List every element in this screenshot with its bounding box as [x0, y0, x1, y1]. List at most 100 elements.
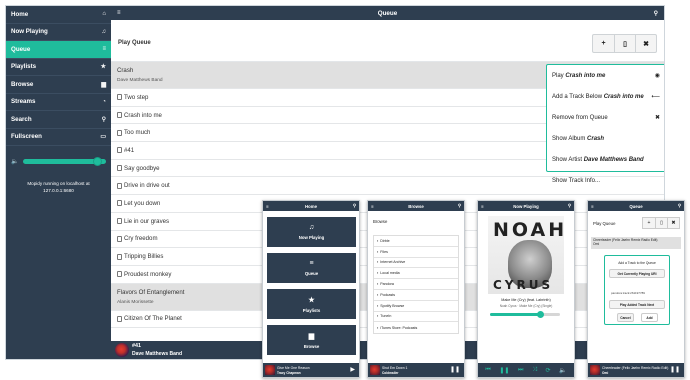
- sidebar-item-home[interactable]: Home ⌂: [6, 6, 111, 24]
- phone-title: Home: [305, 203, 317, 209]
- clear-queue-button[interactable]: ✖: [635, 35, 656, 52]
- browse-list-item[interactable]: ▪ Dirble: [374, 236, 458, 247]
- add-button[interactable]: +: [643, 218, 655, 228]
- home-tile-label: Browse: [303, 343, 320, 349]
- browse-item-label: Files: [380, 249, 388, 254]
- queue-row-title: Citizen Of The Planet: [124, 315, 182, 323]
- clear-queue-button[interactable]: ✖: [667, 218, 679, 228]
- play-icon[interactable]: ▶: [350, 366, 355, 373]
- browse-list-item[interactable]: ▪ Spotify Browse: [374, 301, 458, 312]
- menu-icon[interactable]: ≡: [266, 204, 269, 209]
- shuffle-icon[interactable]: ⤨: [532, 367, 537, 374]
- home-tile-queue[interactable]: ≡ Queue: [267, 253, 356, 283]
- browse-list-item[interactable]: ▪ Local media: [374, 268, 458, 280]
- phone-title: Queue: [629, 203, 643, 209]
- home-tile-icon: ★: [308, 296, 315, 304]
- sidebar-item-queue[interactable]: Queue ≡: [6, 41, 111, 59]
- menu-icon[interactable]: ≡: [117, 10, 121, 16]
- home-tile-now-playing[interactable]: ♫ Now Playing: [267, 217, 356, 247]
- pause-icon[interactable]: ❚❚: [670, 366, 680, 373]
- add-button[interactable]: +: [593, 35, 614, 52]
- mute-icon[interactable]: 🔈: [559, 367, 566, 374]
- menu-icon[interactable]: ≡: [371, 204, 374, 209]
- home-tile-playlists[interactable]: ★ Playlists: [267, 289, 356, 319]
- phone-browse-screen: ≡ Browse ⚲ Browse ▪ Dirble ▪ Files ▪ Internet A…: [367, 200, 465, 378]
- sidebar-item-fullscreen[interactable]: Fullscreen ▭: [6, 129, 111, 146]
- search-icon[interactable]: ⚲: [678, 203, 681, 209]
- search-icon: ⚲: [101, 116, 106, 123]
- add-track-dialog: Add a Track to the Queue Get Currently P…: [604, 255, 670, 325]
- get-current-uri-button[interactable]: Get Currently Playing URI: [609, 269, 665, 278]
- context-menu-item[interactable]: Show Track Info...: [547, 170, 664, 191]
- track-file-icon: [117, 129, 122, 136]
- remove-icon: ✖: [654, 115, 660, 121]
- queue-row-artist: Alanis Morissette: [117, 299, 154, 305]
- play-next-button[interactable]: Play Added Track Next: [609, 300, 665, 309]
- next-icon[interactable]: ⏭: [518, 367, 523, 374]
- queue-toolbar-buttons: + ▯ ✖: [642, 217, 680, 229]
- browse-list-item[interactable]: ▪ iTunes Store: Podcasts: [374, 322, 458, 333]
- phone-header: ≡ Now Playing ⚲: [478, 201, 574, 211]
- sidebar-item-search[interactable]: Search ⚲: [6, 111, 111, 129]
- queue-row[interactable]: Cheerleader (Felix Jaehn Remix Radio Edi…: [591, 237, 681, 249]
- context-menu-item[interactable]: Show Artist Dave Matthews Band: [547, 149, 664, 170]
- repeat-icon[interactable]: ⟳: [546, 367, 551, 374]
- home-tile-label: Playlists: [302, 307, 321, 313]
- search-icon[interactable]: ⚲: [353, 203, 356, 209]
- uri-input[interactable]: pandora:track:261197789: [609, 288, 665, 297]
- browse-list-item[interactable]: ▪ Internet Archive: [374, 258, 458, 269]
- phone-now-playing-bar[interactable]: Cheerleader (Felix Jaehn Remix Radio Edi…: [588, 363, 684, 377]
- home-tile-browse[interactable]: ▆ Browse: [267, 325, 356, 355]
- browse-list-item[interactable]: ▪ Pandora: [374, 279, 458, 290]
- sidebar-item-streams[interactable]: Streams ◔: [6, 94, 111, 111]
- cancel-button[interactable]: Cancel: [617, 313, 634, 322]
- pause-icon[interactable]: ❚❚: [450, 366, 460, 373]
- menu-icon[interactable]: ≡: [481, 204, 484, 209]
- folder-icon: ▪: [377, 303, 379, 308]
- folder-icon: ▪: [377, 292, 379, 297]
- context-menu-item[interactable]: Remove from Queue ✖: [547, 107, 664, 128]
- search-icon[interactable]: ⚲: [458, 203, 461, 209]
- volume-slider-knob[interactable]: [93, 156, 103, 166]
- add-confirm-button[interactable]: Add: [641, 313, 658, 322]
- phone-now-playing-bar[interactable]: Give Me One Reason Tracy Chapman ▶: [263, 363, 359, 377]
- context-menu-item[interactable]: Add a Track Below Crash into me ⟵: [547, 86, 664, 107]
- album-art-thumb: [590, 365, 600, 375]
- track-file-icon: [117, 235, 122, 242]
- menu-icon[interactable]: ≡: [591, 204, 594, 209]
- sidebar-item-now-playing[interactable]: Now Playing ♫: [6, 24, 111, 41]
- sidebar-item-browse[interactable]: Browse ▆: [6, 76, 111, 94]
- phone-header: ≡ Home ⚲: [263, 201, 359, 211]
- context-menu-item[interactable]: Play Crash into me ◉: [547, 65, 664, 86]
- sidebar-item-playlists[interactable]: Playlists ★: [6, 59, 111, 76]
- save-playlist-button[interactable]: ▯: [614, 35, 635, 52]
- volume-slider[interactable]: [23, 156, 106, 166]
- browse-list-item[interactable]: ▪ Files: [374, 247, 458, 258]
- phone-now-playing-bar[interactable]: Shut Em Down 1 Coldmailer ❚❚: [368, 363, 464, 377]
- context-menu: Play Crash into me ◉ Add a Track Below Cra…: [546, 64, 664, 184]
- pause-icon[interactable]: ❚❚: [499, 367, 509, 374]
- queue-row-title: Crash into me: [124, 111, 162, 119]
- browse-item-label: Pandora: [380, 282, 394, 287]
- page-title: Queue: [377, 9, 398, 17]
- folder-icon: ▪: [377, 282, 379, 287]
- queue-row-title: Two step: [124, 93, 149, 101]
- sidebar-item-label: Fullscreen: [11, 133, 42, 141]
- context-menu-item[interactable]: Show Album Crash: [547, 128, 664, 149]
- search-icon[interactable]: ⚲: [568, 203, 571, 209]
- save-playlist-button[interactable]: ▯: [655, 218, 667, 228]
- home-tile-label: Now Playing: [298, 235, 325, 240]
- toolbar-buttons: + ▯ ✖: [592, 34, 657, 53]
- search-icon[interactable]: ⚲: [654, 10, 658, 17]
- progress-slider[interactable]: [490, 310, 560, 318]
- context-menu-label: Remove from Queue: [552, 115, 608, 121]
- phone-np-title: Give Me One Reason: [277, 365, 310, 370]
- browse-list-item[interactable]: ▪ TuneIn: [374, 312, 458, 323]
- browse-list-item[interactable]: ▪ Podcasts: [374, 290, 458, 301]
- previous-icon[interactable]: ⏮: [485, 367, 490, 374]
- dialog-title: Add a Track to the Queue: [618, 261, 656, 265]
- rss-icon: ◔: [102, 98, 106, 105]
- sidebar-item-label: Home: [11, 10, 29, 18]
- speaker-icon: 🔈: [11, 158, 19, 165]
- progress-knob[interactable]: [537, 310, 545, 318]
